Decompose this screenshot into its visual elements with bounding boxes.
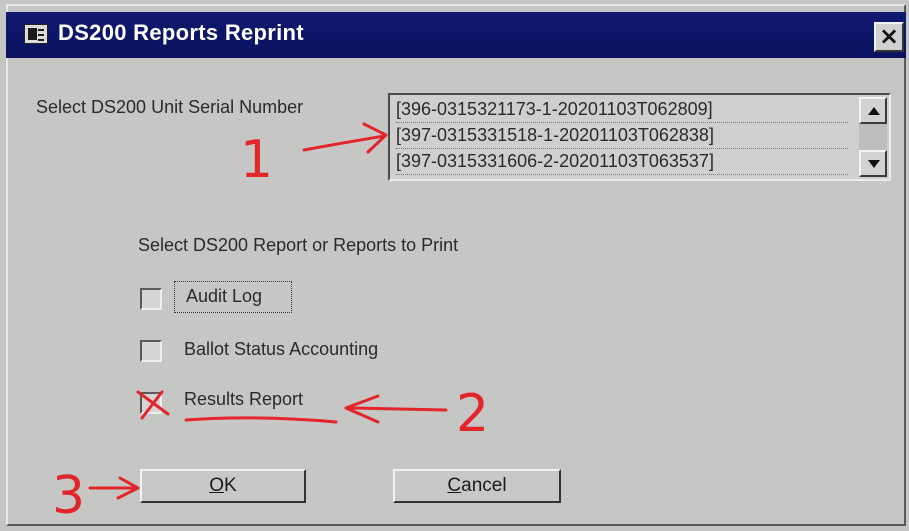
scroll-down-button[interactable] bbox=[859, 150, 887, 177]
serial-number-label: Select DS200 Unit Serial Number bbox=[36, 97, 304, 117]
scroll-up-button[interactable] bbox=[859, 97, 887, 124]
report-selection-label: Select DS200 Report or Reports to Print bbox=[138, 235, 459, 255]
dialog-window bbox=[6, 4, 906, 526]
cancel-label: ancel bbox=[461, 475, 507, 496]
close-button[interactable]: × bbox=[874, 22, 904, 52]
arrow-up-icon bbox=[868, 107, 880, 115]
ok-accelerator: O bbox=[209, 475, 225, 496]
results-report-checkbox[interactable] bbox=[140, 392, 162, 414]
results-report-label[interactable]: Results Report bbox=[184, 389, 303, 410]
app-icon bbox=[24, 24, 48, 44]
ok-button[interactable]: OK bbox=[140, 469, 306, 503]
serial-list-item[interactable]: [396-0315321173-1-20201103T062809] bbox=[396, 96, 848, 123]
annotation-number-3: 3 bbox=[52, 466, 86, 526]
cancel-button[interactable]: Cancel bbox=[393, 469, 561, 503]
audit-log-label[interactable]: Audit Log bbox=[186, 286, 262, 307]
annotation-number-2: 2 bbox=[456, 384, 490, 444]
cancel-accelerator: C bbox=[447, 475, 462, 496]
ok-label: K bbox=[224, 475, 237, 496]
annotation-number-1: 1 bbox=[240, 130, 274, 190]
serial-list-item[interactable]: [397-0315331606-2-20201103T063537] bbox=[396, 148, 848, 175]
serial-list-item[interactable]: [397-0315331518-1-20201103T062838] bbox=[396, 122, 848, 149]
ballot-status-accounting-checkbox[interactable] bbox=[140, 340, 162, 362]
vertical-scrollbar[interactable] bbox=[859, 97, 887, 177]
serial-number-listbox[interactable]: [396-0315321173-1-20201103T062809] [397-… bbox=[388, 93, 891, 181]
window-title: DS200 Reports Reprint bbox=[58, 20, 304, 45]
ballot-status-accounting-label[interactable]: Ballot Status Accounting bbox=[184, 339, 378, 360]
audit-log-checkbox[interactable] bbox=[140, 288, 162, 310]
arrow-down-icon bbox=[868, 160, 880, 168]
